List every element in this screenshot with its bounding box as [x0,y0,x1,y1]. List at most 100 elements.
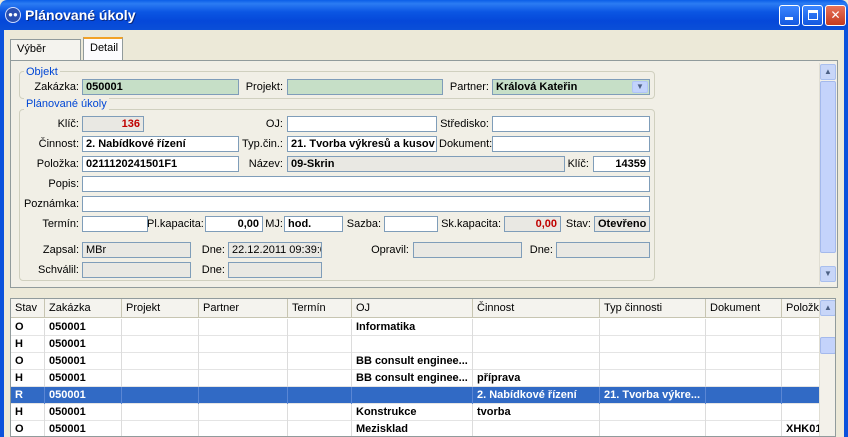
opravil-date-field[interactable] [556,242,650,258]
table-cell [600,421,706,436]
projekt-field[interactable] [287,79,443,95]
partner-select[interactable]: Králová Kateřin ▼ [492,79,650,95]
table-cell [199,319,288,336]
table-row[interactable]: O 050001 Informatika [11,319,821,336]
minimize-button[interactable] [779,5,800,26]
schvalil-date-field[interactable] [228,262,322,278]
polozka-field[interactable]: 0211120241501F1 [82,156,239,172]
table-row[interactable]: R 050001 2. Nabídkové řízení 21. Tvorba výk… [11,387,821,404]
nazev-label: Název: [248,158,283,170]
column-header-0[interactable]: Stav [11,299,45,318]
title-bar[interactable]: ●● Plánované úkoly ✕ [0,0,848,30]
stredisko-label: Středisko: [440,118,489,130]
cinnost-field[interactable]: 2. Nabídkové řízení [82,136,239,152]
table-cell [706,370,782,387]
grid-scroll-thumb[interactable] [820,337,835,354]
table-cell [706,319,782,336]
table-cell [288,319,352,336]
schvalil-field[interactable] [82,262,191,278]
nazev-field[interactable]: 09-Skrin [287,156,565,172]
skkapacita-field[interactable]: 0,00 [504,216,561,232]
stav-field[interactable]: Otevřeno [594,216,650,232]
popis-field[interactable] [82,176,650,192]
column-header-9[interactable]: Položka [782,299,821,318]
mj-field[interactable]: hod. [284,216,343,232]
table-cell: 2. Nabídkové řízení [473,387,600,404]
table-cell [199,370,288,387]
maximize-button[interactable] [802,5,823,26]
table-row[interactable]: O050001 Mezisklad XHK01- [11,421,821,436]
typcin-field[interactable]: 21. Tvorba výkresů a kusov [287,136,437,152]
table-cell: XHK01- [782,421,821,436]
ukoly-group-title: Plánované úkoly [24,98,109,110]
table-cell [473,319,600,336]
table-cell: 050001 [45,370,122,387]
table-cell [706,353,782,370]
tab-detail[interactable]: Detail [83,37,123,61]
tab-vyber[interactable]: Výběr (1/24) [10,39,81,74]
table-cell [122,404,199,421]
stredisko-field[interactable] [492,116,650,132]
column-header-1[interactable]: Zakázka [45,299,122,318]
table-cell: 050001 [45,387,122,404]
oj-field[interactable] [287,116,437,132]
detail-scrollbar[interactable]: ▲ ▼ [819,63,836,285]
table-cell [122,370,199,387]
column-header-4[interactable]: Termín [288,299,352,318]
klic-field[interactable]: 136 [82,116,144,132]
zakazka-field[interactable]: 050001 [82,79,239,95]
table-cell [706,387,782,404]
window-frame-right [844,30,848,437]
chevron-down-icon[interactable]: ▼ [632,81,648,93]
scroll-down-icon[interactable]: ▼ [820,266,836,282]
column-header-7[interactable]: Typ činnosti [600,299,706,318]
table-row[interactable]: O 050001 BB consult enginee... [11,353,821,370]
grid-header: Stav Zakázka Projekt Partner Termín OJ Činnost… [11,299,821,318]
sazba-label: Sazba: [346,218,381,230]
dokument-field[interactable] [492,136,650,152]
grid-scroll-up-icon[interactable]: ▲ [820,300,835,316]
table-cell: BB consult enginee... [352,353,473,370]
plkapacita-field[interactable]: 0,00 [205,216,263,232]
scroll-up-icon[interactable]: ▲ [820,64,836,80]
column-header-3[interactable]: Partner [199,299,288,318]
zapsal-field[interactable]: MBr [82,242,191,258]
poznamka-field[interactable] [82,196,650,212]
table-cell [199,387,288,404]
table-cell [288,336,352,353]
table-cell [782,387,821,404]
table-cell [706,421,782,436]
opravil-field[interactable] [413,242,522,258]
table-row[interactable]: H 050001 Konstrukce tvorba [11,404,821,421]
table-cell [706,404,782,421]
sazba-field[interactable] [384,216,438,232]
column-header-2[interactable]: Projekt [122,299,199,318]
partner-value: Králová Kateřin [496,81,578,93]
table-cell: 050001 [45,336,122,353]
grid-scrollbar[interactable]: ▲ [819,299,835,436]
table-cell: O [11,353,45,370]
zapsal-date-field[interactable]: 22.12.2011 09:39:0 [228,242,322,258]
table-row[interactable]: H 050001 [11,336,821,353]
table-cell [782,336,821,353]
partner-label: Partner: [449,81,489,93]
table-cell [288,404,352,421]
klic2-field[interactable]: 14359 [593,156,650,172]
termin-field[interactable] [82,216,148,232]
column-header-8[interactable]: Dokument [706,299,782,318]
zakazka-label: Zakázka: [34,81,79,93]
table-cell [122,319,199,336]
table-cell: Informatika [352,319,473,336]
typcin-label: Typ.čin.: [242,138,283,150]
table-cell [199,404,288,421]
detail-scroll-thumb[interactable] [820,81,836,253]
table-cell: tvorba [473,404,600,421]
table-row[interactable]: H 050001 BB consult enginee... příprava [11,370,821,387]
table-cell [473,353,600,370]
termin-label: Termín: [42,218,79,230]
table-cell [782,404,821,421]
table-cell [352,336,473,353]
column-header-5[interactable]: OJ [352,299,473,318]
column-header-6[interactable]: Činnost [473,299,600,318]
close-button[interactable]: ✕ [825,5,846,26]
